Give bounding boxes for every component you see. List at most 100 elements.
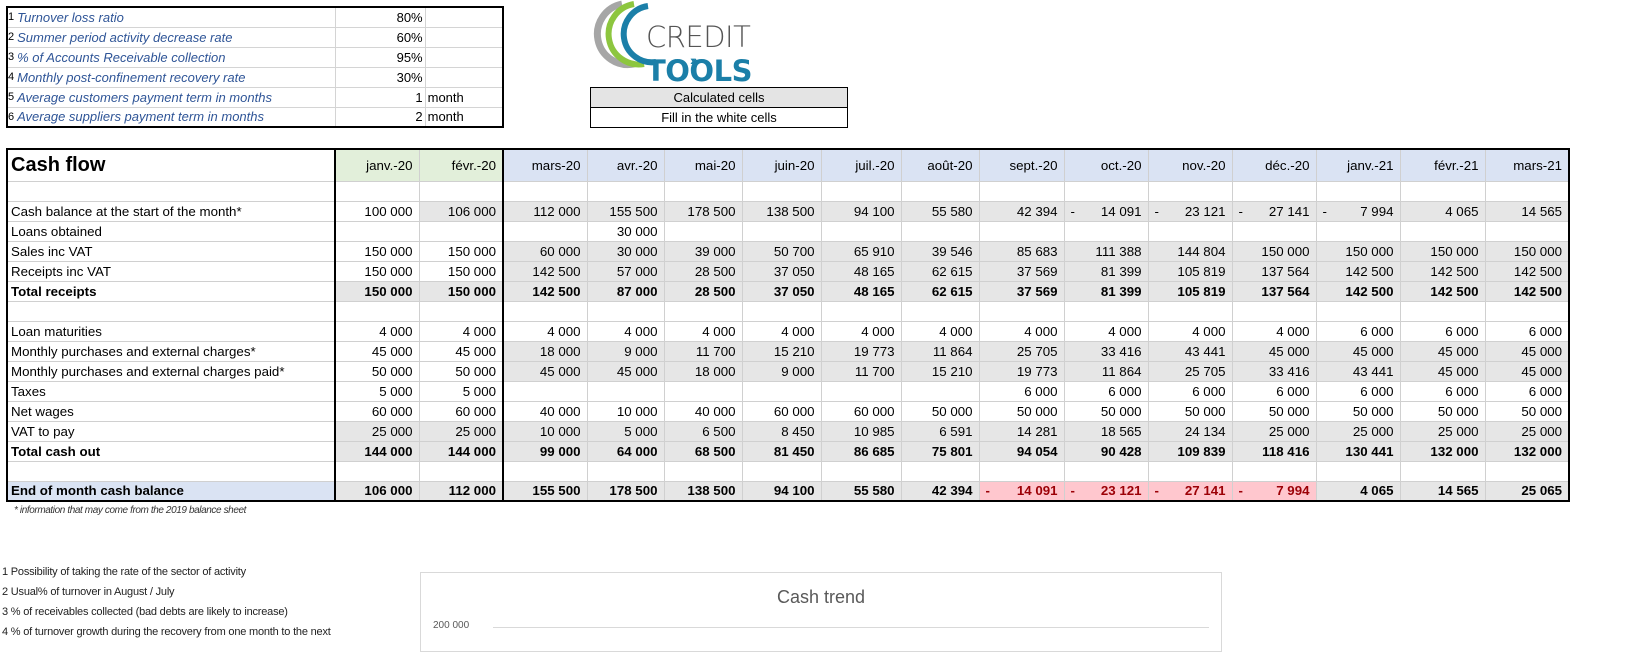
cell[interactable]: 60 000 — [742, 401, 822, 422]
cell[interactable] — [1485, 181, 1570, 202]
cell[interactable]: 150 000 — [419, 261, 504, 282]
cell[interactable] — [587, 301, 665, 322]
cell[interactable] — [335, 301, 420, 322]
cell[interactable]: 150 000 — [419, 241, 504, 262]
cell[interactable]: 10 000 — [587, 401, 665, 422]
cell[interactable] — [1316, 181, 1401, 202]
cell[interactable]: 4 000 — [1148, 321, 1233, 342]
cell[interactable] — [821, 181, 902, 202]
cell[interactable]: 6 000 — [1485, 381, 1570, 402]
cell[interactable]: 6 000 — [1064, 381, 1149, 402]
cell[interactable] — [1148, 221, 1233, 242]
cell[interactable] — [1485, 461, 1570, 482]
cell[interactable] — [664, 381, 743, 402]
cell[interactable] — [1148, 301, 1233, 322]
cell[interactable]: 4 000 — [1232, 321, 1317, 342]
cell[interactable] — [821, 381, 902, 402]
parameter-value-input[interactable]: 1 — [335, 87, 426, 108]
cell[interactable] — [664, 461, 743, 482]
cell[interactable]: 4 000 — [664, 321, 743, 342]
cell[interactable] — [1316, 461, 1401, 482]
cell[interactable]: 50 000 — [1316, 401, 1401, 422]
cell[interactable] — [1400, 301, 1486, 322]
cell[interactable]: 6 000 — [1400, 381, 1486, 402]
cell[interactable] — [335, 221, 420, 242]
cell[interactable] — [664, 301, 743, 322]
cell[interactable]: 100 000 — [335, 201, 420, 222]
cell[interactable]: 4 000 — [335, 321, 420, 342]
cell[interactable]: 45 000 — [335, 341, 420, 362]
cell[interactable] — [742, 461, 822, 482]
cell[interactable]: 6 000 — [979, 381, 1065, 402]
cell[interactable] — [335, 181, 420, 202]
cell[interactable] — [503, 381, 588, 402]
cell[interactable] — [419, 461, 504, 482]
cell[interactable]: 50 000 — [1400, 401, 1486, 422]
cell[interactable]: 4 000 — [419, 321, 504, 342]
cell[interactable] — [1064, 301, 1149, 322]
cell[interactable] — [901, 181, 980, 202]
cell[interactable]: 40 000 — [503, 401, 588, 422]
cell[interactable] — [1485, 301, 1570, 322]
cell[interactable] — [821, 301, 902, 322]
cell[interactable] — [1148, 461, 1233, 482]
cell[interactable] — [1232, 221, 1317, 242]
cell[interactable] — [503, 181, 588, 202]
cell[interactable] — [901, 381, 980, 402]
cell[interactable]: 4 000 — [979, 321, 1065, 342]
cell[interactable] — [1232, 181, 1317, 202]
cell[interactable] — [664, 181, 743, 202]
cell[interactable]: 50 000 — [1232, 401, 1317, 422]
cell[interactable]: 50 000 — [419, 361, 504, 382]
cell[interactable]: 50 000 — [1148, 401, 1233, 422]
cell[interactable]: 6 000 — [1148, 381, 1233, 402]
cell[interactable]: 50 000 — [1064, 401, 1149, 422]
cell[interactable] — [821, 461, 902, 482]
cell[interactable]: 50 000 — [335, 361, 420, 382]
cell[interactable] — [587, 381, 665, 402]
cell[interactable] — [1316, 221, 1401, 242]
cell[interactable] — [979, 221, 1065, 242]
cell[interactable] — [979, 301, 1065, 322]
cell[interactable] — [742, 181, 822, 202]
parameter-value-input[interactable]: 80% — [335, 7, 426, 28]
cell[interactable]: 6 000 — [1485, 321, 1570, 342]
cell[interactable] — [1064, 461, 1149, 482]
cell[interactable]: 50 000 — [979, 401, 1065, 422]
cell[interactable] — [1148, 181, 1233, 202]
cell[interactable] — [821, 221, 902, 242]
cell[interactable] — [664, 221, 743, 242]
cell[interactable]: 40 000 — [664, 401, 743, 422]
cell[interactable] — [979, 461, 1065, 482]
cell[interactable]: 60 000 — [821, 401, 902, 422]
cell[interactable]: 50 000 — [901, 401, 980, 422]
cell[interactable] — [1064, 181, 1149, 202]
cell[interactable]: 60 000 — [419, 401, 504, 422]
cell[interactable]: 6 000 — [1232, 381, 1317, 402]
cell[interactable]: 150 000 — [335, 241, 420, 262]
cell[interactable] — [901, 301, 980, 322]
cell[interactable]: 45 000 — [419, 341, 504, 362]
cell[interactable]: 150 000 — [335, 261, 420, 282]
cell[interactable]: 4 000 — [1064, 321, 1149, 342]
cell[interactable] — [742, 221, 822, 242]
cell[interactable] — [1400, 181, 1486, 202]
cell[interactable]: 50 000 — [1485, 401, 1570, 422]
cell[interactable] — [503, 221, 588, 242]
cell[interactable]: 4 000 — [503, 321, 588, 342]
parameter-value-input[interactable]: 60% — [335, 27, 426, 48]
cell[interactable] — [1400, 461, 1486, 482]
cell[interactable] — [979, 181, 1065, 202]
cell[interactable] — [419, 221, 504, 242]
cell[interactable] — [1064, 221, 1149, 242]
cell[interactable] — [1400, 221, 1486, 242]
cell[interactable]: 5 000 — [335, 381, 420, 402]
cell[interactable] — [335, 461, 420, 482]
cell[interactable]: 5 000 — [419, 381, 504, 402]
cell[interactable]: 4 000 — [742, 321, 822, 342]
cell[interactable]: 4 000 — [821, 321, 902, 342]
cell[interactable] — [1232, 461, 1317, 482]
cell[interactable] — [1485, 221, 1570, 242]
cell[interactable] — [503, 301, 588, 322]
cell[interactable] — [1232, 301, 1317, 322]
